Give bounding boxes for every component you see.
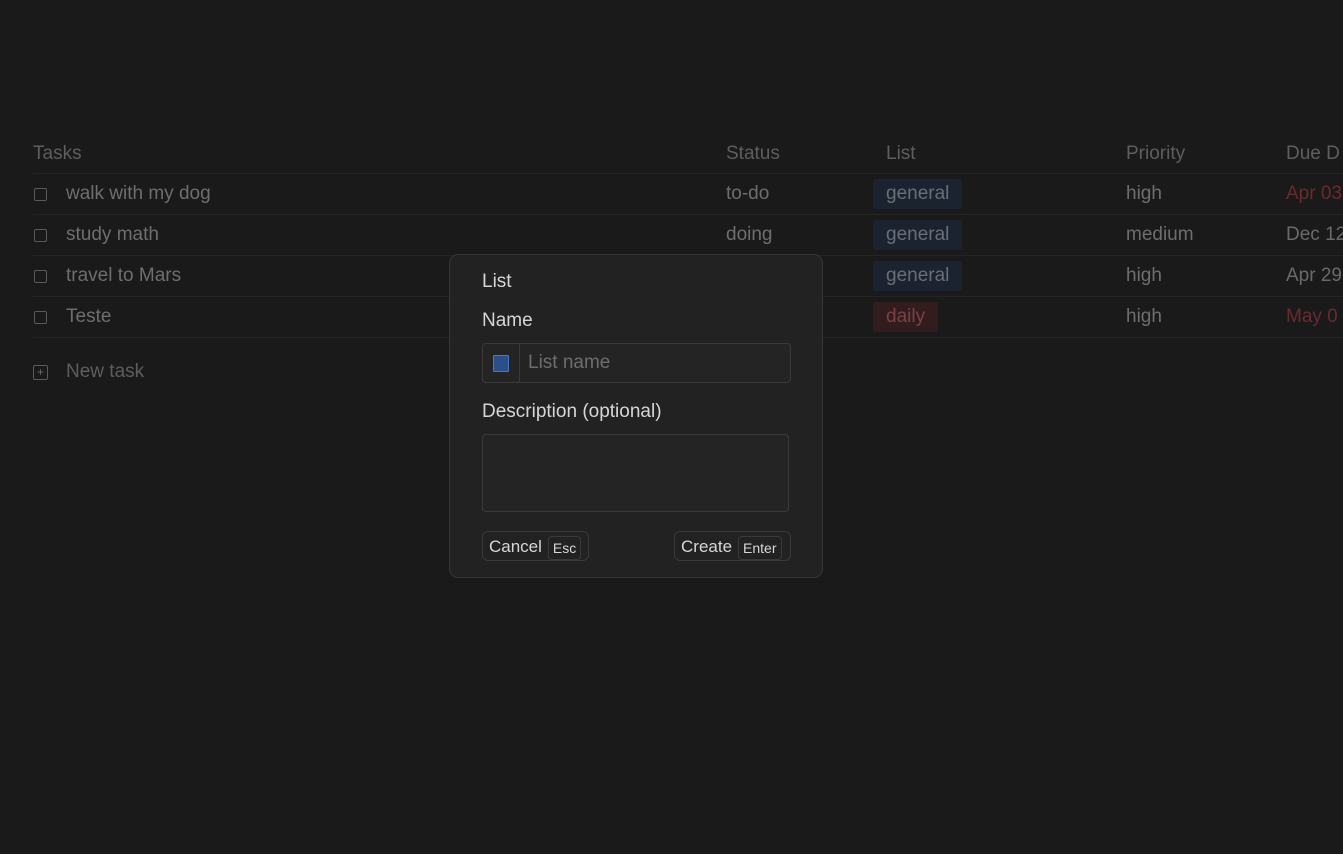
task-priority[interactable]: high [1126, 174, 1162, 214]
task-due-date[interactable]: Apr 03 [1286, 174, 1342, 214]
column-header-status[interactable]: Status [726, 133, 780, 173]
task-list-cell[interactable]: general [873, 256, 963, 296]
page: Tasks Status List Priority Due D walk wi… [0, 0, 1343, 854]
create-label: Create [681, 537, 733, 556]
task-checkbox[interactable] [34, 270, 47, 283]
description-input[interactable] [482, 434, 789, 512]
table-row[interactable]: study math doing general medium Dec 12 [33, 215, 1343, 256]
new-list-dialog: List Name Description (optional) Cancel E… [449, 254, 823, 578]
description-label: Description (optional) [482, 401, 662, 422]
cancel-button[interactable]: Cancel Esc [482, 531, 589, 561]
task-priority[interactable]: high [1126, 297, 1162, 337]
task-list-cell[interactable]: general [873, 215, 963, 255]
list-tag: daily [873, 302, 939, 332]
list-name-input[interactable] [520, 344, 788, 382]
color-swatch-icon [493, 355, 509, 372]
task-status[interactable]: doing [726, 215, 773, 255]
column-header-tasks[interactable]: Tasks [33, 133, 82, 173]
task-title[interactable]: walk with my dog [66, 174, 211, 214]
cancel-label: Cancel [489, 537, 542, 556]
dialog-title: List [482, 271, 512, 292]
task-list-cell[interactable]: daily [873, 297, 939, 337]
task-due-date[interactable]: May 0 [1286, 297, 1338, 337]
task-checkbox[interactable] [34, 229, 47, 242]
table-row[interactable]: walk with my dog to-do general high Apr … [33, 174, 1343, 215]
task-checkbox[interactable] [34, 311, 47, 324]
name-label: Name [482, 310, 533, 331]
plus-icon: + [33, 365, 48, 380]
column-header-due-date[interactable]: Due D [1286, 133, 1340, 173]
cancel-shortcut: Esc [547, 536, 582, 560]
create-shortcut: Enter [738, 536, 782, 560]
new-task-label: New task [66, 361, 145, 382]
task-title[interactable]: Teste [66, 297, 111, 337]
task-list-cell[interactable]: general [873, 174, 963, 214]
list-tag: general [873, 220, 963, 250]
task-status[interactable]: to-do [726, 174, 769, 214]
task-due-date[interactable]: Apr 29 [1286, 256, 1342, 296]
task-checkbox[interactable] [34, 188, 47, 201]
task-title[interactable]: travel to Mars [66, 256, 181, 296]
task-priority[interactable]: high [1126, 256, 1162, 296]
task-due-date[interactable]: Dec 12 [1286, 215, 1343, 255]
create-button[interactable]: Create Enter [674, 531, 791, 561]
column-header-priority[interactable]: Priority [1126, 133, 1185, 173]
list-tag: general [873, 261, 963, 291]
list-tag: general [873, 179, 963, 209]
color-picker-button[interactable] [483, 344, 520, 382]
task-title[interactable]: study math [66, 215, 159, 255]
column-header-list[interactable]: List [886, 133, 916, 173]
task-priority[interactable]: medium [1126, 215, 1194, 255]
table-header: Tasks Status List Priority Due D [33, 133, 1343, 174]
name-field [482, 343, 791, 383]
